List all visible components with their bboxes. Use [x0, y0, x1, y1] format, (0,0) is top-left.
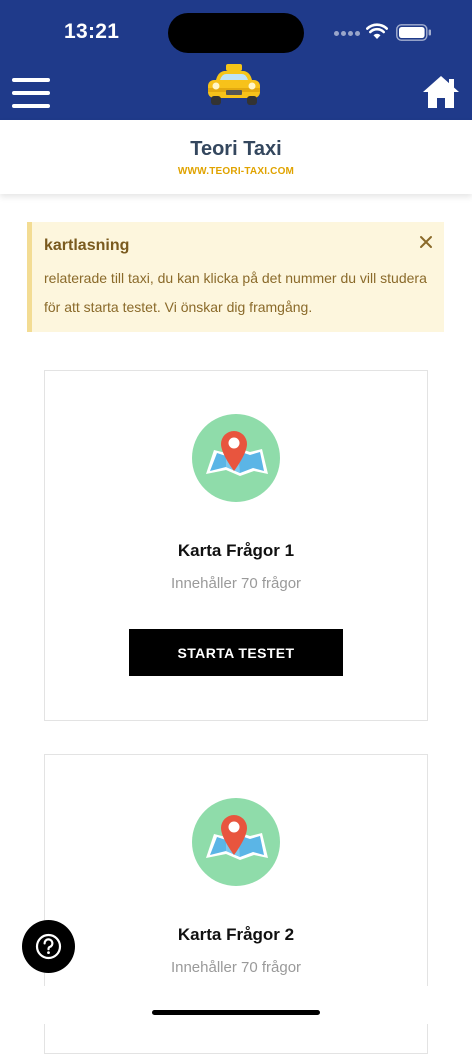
- signal-icon: [334, 31, 360, 39]
- bottom-safe-area: [0, 986, 472, 1024]
- app-url[interactable]: WWW.TEORI-TAXI.COM: [0, 166, 472, 177]
- info-alert: kartlasning relaterade till taxi, du kan…: [27, 222, 444, 332]
- page-header: Teori Taxi WWW.TEORI-TAXI.COM: [0, 120, 472, 194]
- card-title: Karta Frågor 1: [177, 541, 295, 560]
- card-subtitle: Innehåller 70 frågor: [170, 575, 302, 592]
- dynamic-island: [168, 13, 304, 53]
- taxi-car-icon: [208, 64, 260, 105]
- wifi-icon: [366, 23, 388, 39]
- help-button[interactable]: [22, 920, 75, 973]
- start-test-button[interactable]: STARTA TESTET: [129, 629, 343, 676]
- help-question-icon: [35, 933, 62, 960]
- close-icon[interactable]: [418, 234, 434, 250]
- status-time: 13:21: [64, 20, 120, 43]
- card-title: Karta Frågor 2: [177, 925, 295, 944]
- home-indicator[interactable]: [152, 1010, 320, 1015]
- alert-title: kartlasning: [44, 237, 130, 254]
- home-icon[interactable]: [422, 74, 460, 110]
- app-title: Teori Taxi: [190, 138, 282, 160]
- card-subtitle: Innehåller 70 frågor: [170, 959, 302, 976]
- battery-icon: [396, 24, 431, 41]
- quiz-card-1: Karta Frågor 1 Innehåller 70 frågor STAR…: [44, 370, 428, 721]
- alert-text: relaterade till taxi, du kan klicka på d…: [44, 270, 427, 315]
- hamburger-menu-icon[interactable]: [12, 78, 50, 108]
- map-pin-icon: [192, 414, 280, 502]
- app-bar: 13:21: [0, 0, 472, 120]
- map-pin-icon: [192, 798, 280, 886]
